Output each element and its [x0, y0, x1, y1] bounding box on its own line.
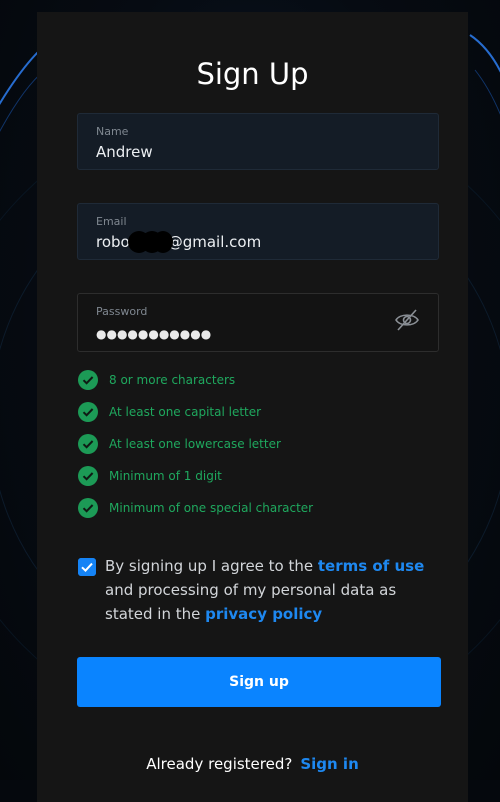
rule-item: 8 or more characters	[78, 370, 438, 402]
rule-item: Minimum of 1 digit	[78, 466, 438, 498]
rule-item: At least one lowercase letter	[78, 434, 438, 466]
rule-item: At least one capital letter	[78, 402, 438, 434]
consent-text-before: By signing up I agree to the	[105, 557, 318, 575]
rule-text: At least one capital letter	[109, 405, 262, 419]
already-registered-text: Already registered?	[146, 755, 293, 773]
password-field[interactable]: Password ●●●●●●●●●●●	[77, 293, 439, 352]
email-value-end: @gmail.com	[167, 233, 262, 251]
email-label: Email	[96, 215, 127, 228]
consent-text: By signing up I agree to the terms of us…	[105, 554, 445, 626]
rule-item: Minimum of one special character	[78, 498, 438, 530]
signup-card: Sign Up Name Andrew Email robo @gmail.com…	[37, 12, 468, 802]
check-circle-icon	[78, 466, 98, 486]
consent-checkbox[interactable]	[78, 558, 96, 576]
eye-slash-icon[interactable]	[394, 307, 420, 333]
sign-in-link[interactable]: Sign in	[300, 755, 358, 773]
page-title: Sign Up	[196, 57, 309, 91]
rule-text: 8 or more characters	[109, 373, 236, 387]
email-redaction	[153, 231, 173, 253]
check-circle-icon	[78, 370, 98, 390]
check-circle-icon	[78, 402, 98, 422]
email-value-start: robo	[96, 233, 130, 251]
email-field[interactable]: Email robo @gmail.com	[77, 203, 439, 260]
rule-text: At least one lowercase letter	[109, 437, 281, 451]
terms-of-use-link[interactable]: terms of use	[318, 557, 424, 575]
name-field[interactable]: Name Andrew	[77, 113, 439, 170]
rule-text: Minimum of 1 digit	[109, 469, 222, 483]
signup-button[interactable]: Sign up	[77, 657, 441, 707]
name-label: Name	[96, 125, 129, 138]
password-value: ●●●●●●●●●●●	[96, 327, 212, 341]
password-label: Password	[96, 305, 148, 318]
check-circle-icon	[78, 498, 98, 518]
check-circle-icon	[78, 434, 98, 454]
name-value: Andrew	[96, 143, 153, 161]
signin-footer: Already registered? Sign in	[37, 754, 468, 774]
email-value: robo @gmail.com	[96, 232, 261, 252]
privacy-policy-link[interactable]: privacy policy	[205, 605, 322, 623]
password-rules: 8 or more characters At least one capita…	[78, 370, 438, 530]
rule-text: Minimum of one special character	[109, 501, 314, 515]
